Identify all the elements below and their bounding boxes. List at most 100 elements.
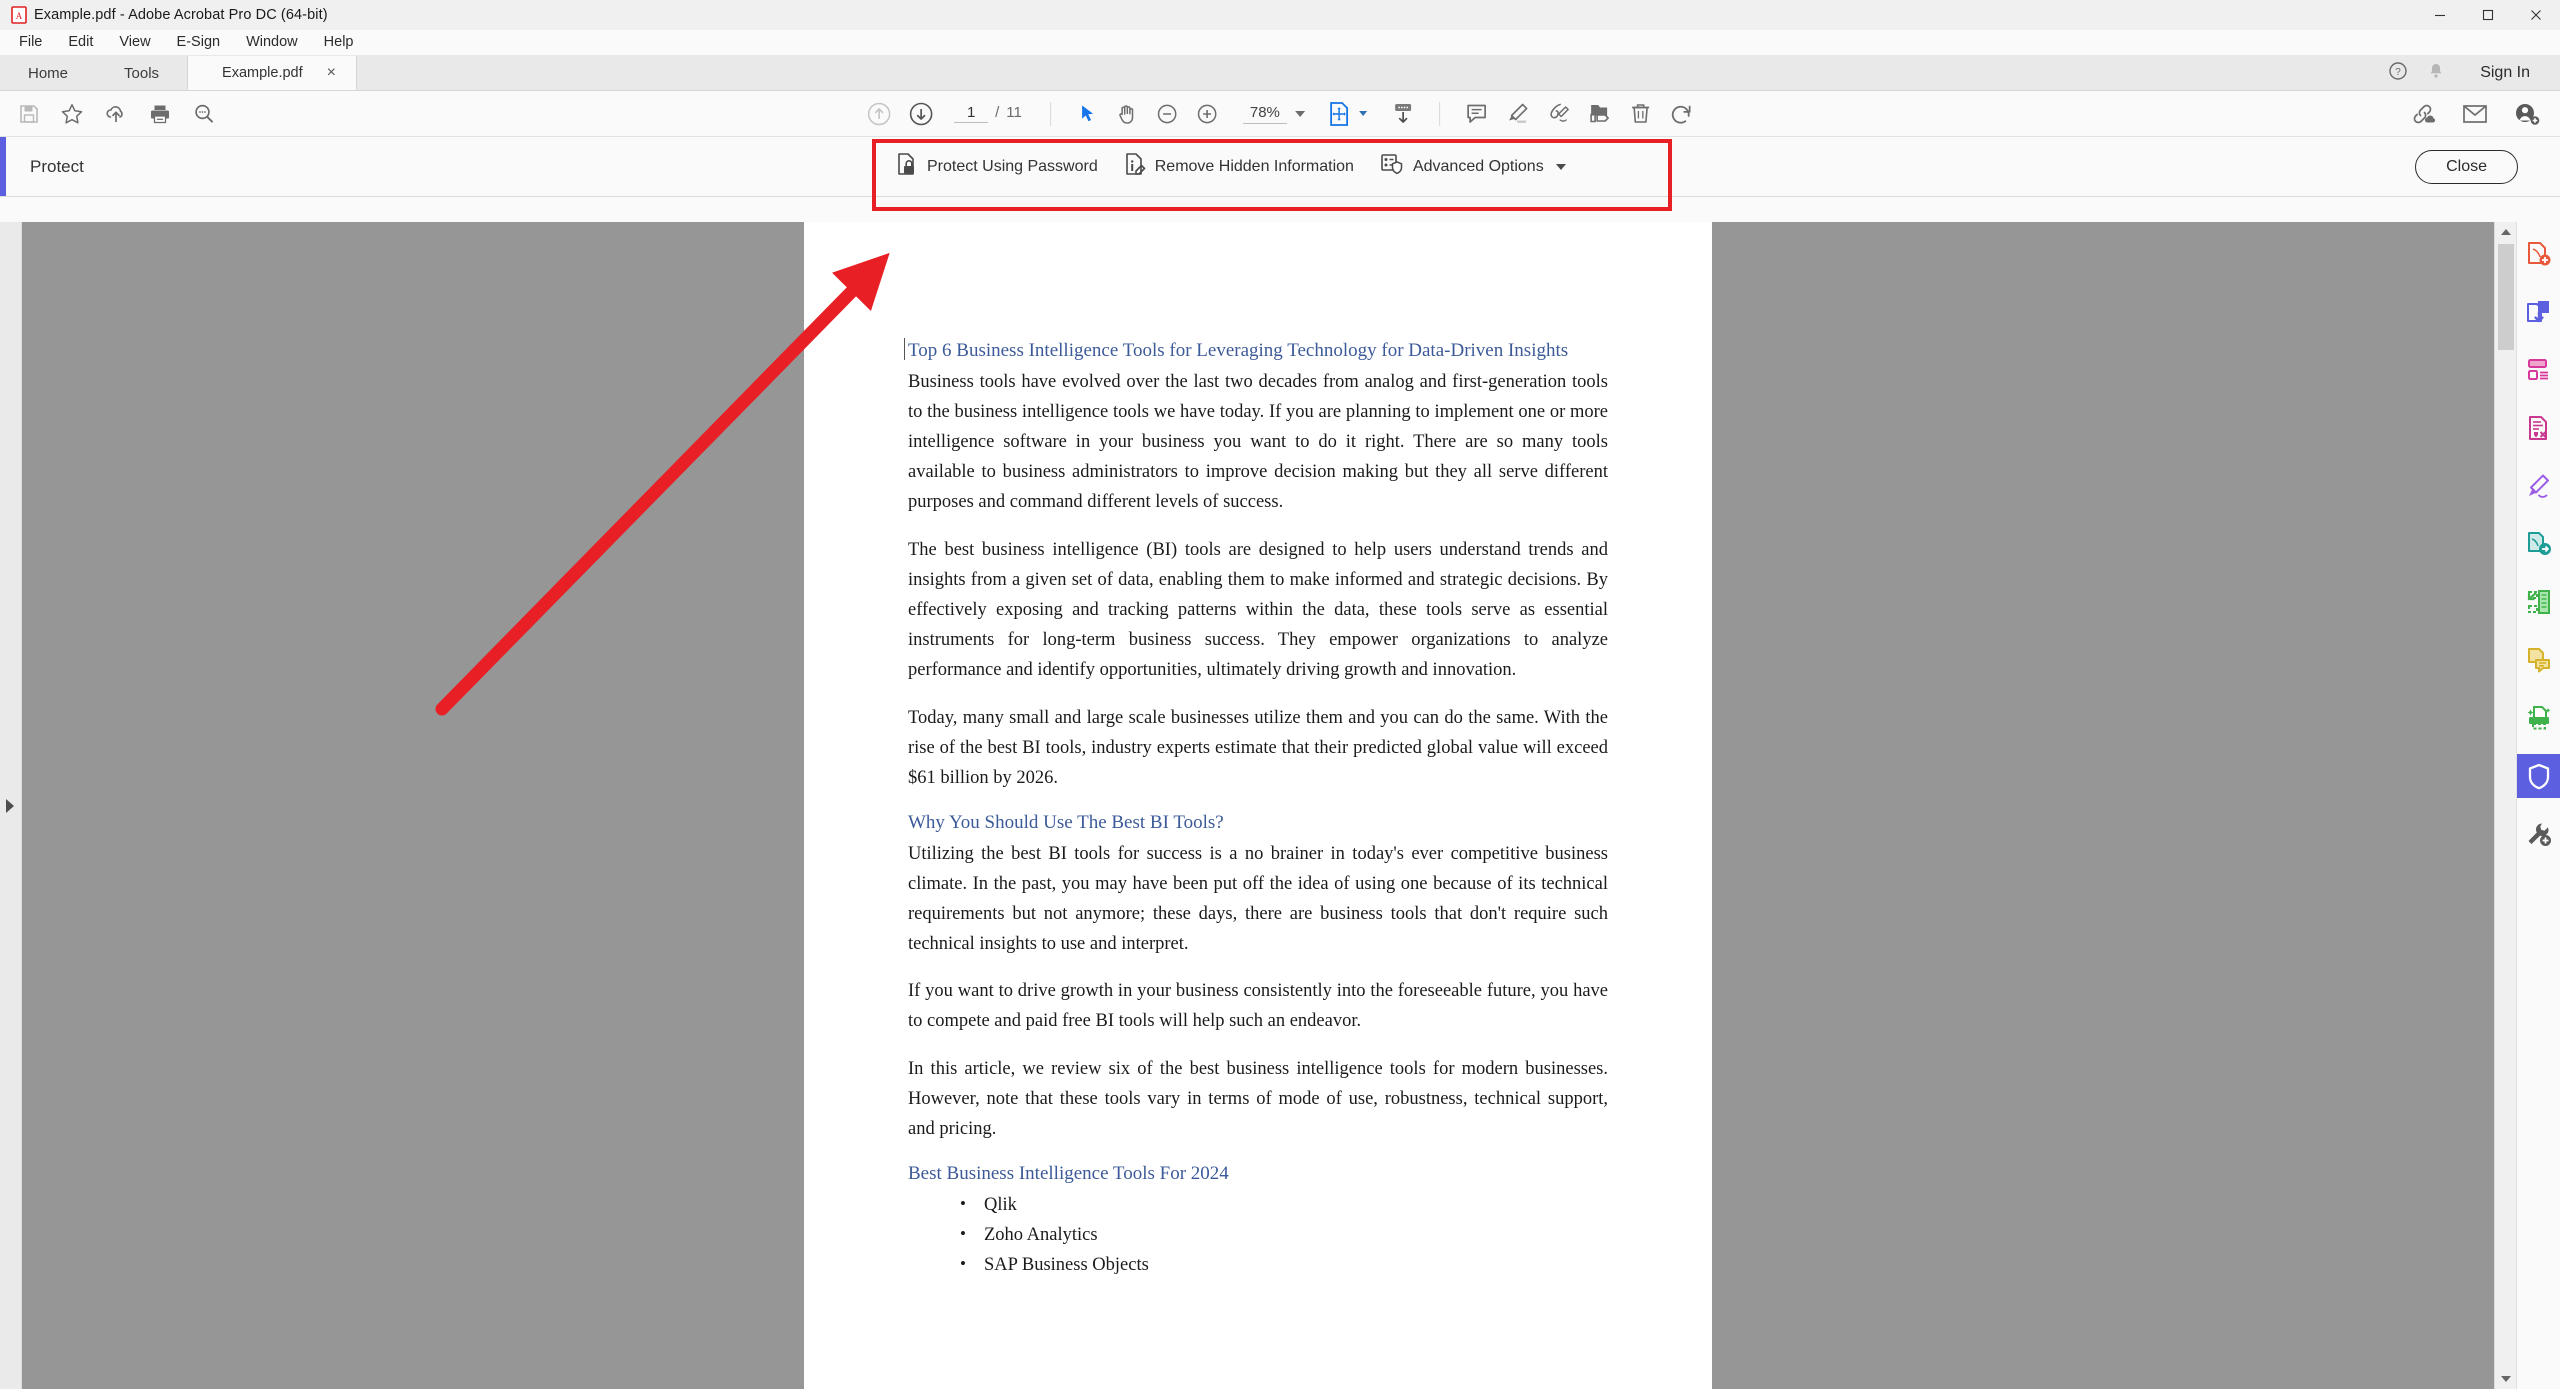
menu-edit[interactable]: Edit bbox=[55, 32, 106, 53]
trash-icon[interactable] bbox=[1628, 101, 1653, 126]
email-icon[interactable] bbox=[2462, 103, 2488, 125]
page-number-input[interactable] bbox=[954, 104, 989, 123]
tab-tools[interactable]: Tools bbox=[96, 56, 187, 90]
zoom-in-icon[interactable] bbox=[1195, 102, 1219, 126]
undo-icon[interactable] bbox=[1669, 101, 1694, 126]
organize-pages-icon[interactable] bbox=[2517, 348, 2560, 392]
lock-document-icon bbox=[896, 152, 918, 181]
doc-heading-2: Why You Should Use The Best BI Tools? bbox=[908, 811, 1224, 833]
remove-hidden-information-button[interactable]: Remove Hidden Information bbox=[1124, 152, 1354, 181]
add-person-icon[interactable] bbox=[2514, 102, 2540, 126]
more-tools-icon[interactable] bbox=[2517, 812, 2560, 856]
left-navigation-rail[interactable] bbox=[0, 222, 22, 1389]
fit-page-chevron-icon[interactable] bbox=[1358, 111, 1367, 116]
hand-pan-icon[interactable] bbox=[1115, 102, 1139, 126]
tab-strip-right-group: ? Sign In bbox=[2388, 56, 2560, 90]
cloud-upload-icon[interactable] bbox=[104, 102, 128, 126]
protect-shield-icon[interactable] bbox=[2516, 754, 2560, 798]
window-controls bbox=[2416, 0, 2560, 30]
protect-using-password-label: Protect Using Password bbox=[927, 157, 1098, 175]
menu-view[interactable]: View bbox=[106, 32, 163, 53]
remove-hidden-information-label: Remove Hidden Information bbox=[1154, 157, 1354, 175]
notification-bell-icon[interactable] bbox=[2426, 61, 2446, 86]
arrow-up-circle-icon[interactable] bbox=[866, 101, 892, 127]
comment-icon[interactable] bbox=[1464, 101, 1489, 126]
maximize-button[interactable] bbox=[2464, 0, 2512, 30]
advanced-options-label: Advanced Options bbox=[1412, 157, 1544, 175]
sign-in-button[interactable]: Sign In bbox=[2464, 64, 2546, 82]
sign-pen-icon[interactable] bbox=[1546, 101, 1571, 126]
title-bar: A Example.pdf - Adobe Acrobat Pro DC (64… bbox=[0, 0, 2560, 30]
send-for-signature-icon[interactable] bbox=[2517, 522, 2560, 566]
menu-file[interactable]: File bbox=[6, 32, 55, 53]
fill-and-sign-icon[interactable] bbox=[2517, 464, 2560, 508]
close-window-button[interactable] bbox=[2512, 0, 2560, 30]
create-pdf-icon[interactable] bbox=[2517, 232, 2560, 276]
tab-document-label: Example.pdf bbox=[222, 65, 303, 81]
list-item: Qlik bbox=[960, 1190, 1608, 1221]
search-icon[interactable] bbox=[192, 102, 216, 126]
close-protect-panel-button[interactable]: Close bbox=[2415, 149, 2518, 184]
menu-window[interactable]: Window bbox=[233, 32, 311, 53]
chevron-down-icon bbox=[2501, 1376, 2511, 1382]
document-area: Top 6 Business Intelligence Tools for Le… bbox=[0, 222, 2560, 1389]
svg-text:A: A bbox=[16, 11, 23, 21]
advanced-options-button[interactable]: Advanced Options bbox=[1380, 152, 1566, 181]
pdf-file-icon: A bbox=[6, 0, 32, 30]
fit-page-icon[interactable] bbox=[1327, 101, 1351, 127]
info-document-icon bbox=[1124, 152, 1146, 181]
compare-files-icon[interactable] bbox=[2517, 580, 2560, 624]
arrow-down-circle-icon[interactable] bbox=[908, 101, 934, 127]
chevron-down-icon[interactable] bbox=[1294, 110, 1305, 117]
scroll-down-button[interactable] bbox=[2495, 1369, 2517, 1389]
toolbar-divider-2 bbox=[1438, 101, 1440, 126]
toolbar-center-group: / 11 78% bbox=[866, 101, 1694, 127]
chevron-down-icon[interactable] bbox=[1555, 163, 1566, 170]
doc-paragraph-6: In this article, we review six of the be… bbox=[908, 1059, 1608, 1140]
page-total-label: 11 bbox=[1006, 104, 1022, 121]
export-pdf-icon[interactable] bbox=[2517, 290, 2560, 334]
redact-icon[interactable] bbox=[2517, 406, 2560, 450]
toolbar-divider-1 bbox=[1049, 101, 1051, 126]
protect-toolbar: Protect Protect Using Password Remove Hi… bbox=[0, 137, 2560, 211]
toolbar-left-group bbox=[0, 102, 216, 126]
doc-paragraph-3: Today, many small and large scale busine… bbox=[908, 707, 1608, 788]
pdf-canvas: Top 6 Business Intelligence Tools for Le… bbox=[22, 222, 2494, 1389]
zoom-out-icon[interactable] bbox=[1155, 102, 1179, 126]
doc-heading-1: Top 6 Business Intelligence Tools for Le… bbox=[904, 338, 1608, 362]
save-icon[interactable] bbox=[18, 103, 40, 125]
close-icon[interactable]: × bbox=[327, 65, 336, 81]
protect-accent-bar bbox=[0, 137, 6, 196]
page-scroll-icon[interactable] bbox=[1391, 101, 1415, 127]
vertical-scrollbar[interactable] bbox=[2494, 222, 2516, 1389]
print-icon[interactable] bbox=[148, 102, 172, 126]
enhance-scans-icon[interactable] bbox=[2517, 696, 2560, 740]
star-icon[interactable] bbox=[60, 102, 84, 126]
protect-using-password-button[interactable]: Protect Using Password bbox=[896, 152, 1098, 181]
pdf-page-1: Top 6 Business Intelligence Tools for Le… bbox=[804, 222, 1712, 1389]
main-toolbar: / 11 78% bbox=[0, 91, 2560, 137]
menu-help[interactable]: Help bbox=[311, 32, 367, 53]
scroll-up-button[interactable] bbox=[2495, 222, 2517, 242]
menu-bar: File Edit View E-Sign Window Help bbox=[0, 30, 2560, 56]
minimize-button[interactable] bbox=[2416, 0, 2464, 30]
tab-document-example-pdf[interactable]: Example.pdf × bbox=[187, 56, 358, 90]
zoom-level-control[interactable]: 78% bbox=[1242, 104, 1305, 124]
cursor-select-icon[interactable] bbox=[1075, 102, 1099, 126]
expand-navigation-pane-icon[interactable] bbox=[6, 798, 14, 813]
menu-esign[interactable]: E-Sign bbox=[164, 32, 234, 53]
doc-paragraph-1: Business tools have evolved over the las… bbox=[908, 372, 1608, 512]
tab-strip: Home Tools Example.pdf × ? Sign In bbox=[0, 56, 2560, 91]
share-link-icon[interactable] bbox=[2410, 102, 2436, 126]
help-circle-icon[interactable]: ? bbox=[2388, 61, 2408, 86]
scrollbar-thumb[interactable] bbox=[2498, 244, 2514, 350]
stamp-icon[interactable] bbox=[1587, 101, 1612, 126]
doc-heading-3: Best Business Intelligence Tools For 202… bbox=[908, 1163, 1229, 1185]
tab-home[interactable]: Home bbox=[0, 56, 96, 90]
page-separator: / bbox=[995, 104, 1000, 121]
doc-paragraph-2: The best business intelligence (BI) tool… bbox=[908, 539, 1608, 680]
svg-text:?: ? bbox=[2395, 67, 2401, 78]
highlight-marker-icon[interactable] bbox=[1505, 101, 1530, 126]
comment-tool-icon[interactable] bbox=[2517, 638, 2560, 682]
toolbar-right-group bbox=[2410, 102, 2560, 126]
